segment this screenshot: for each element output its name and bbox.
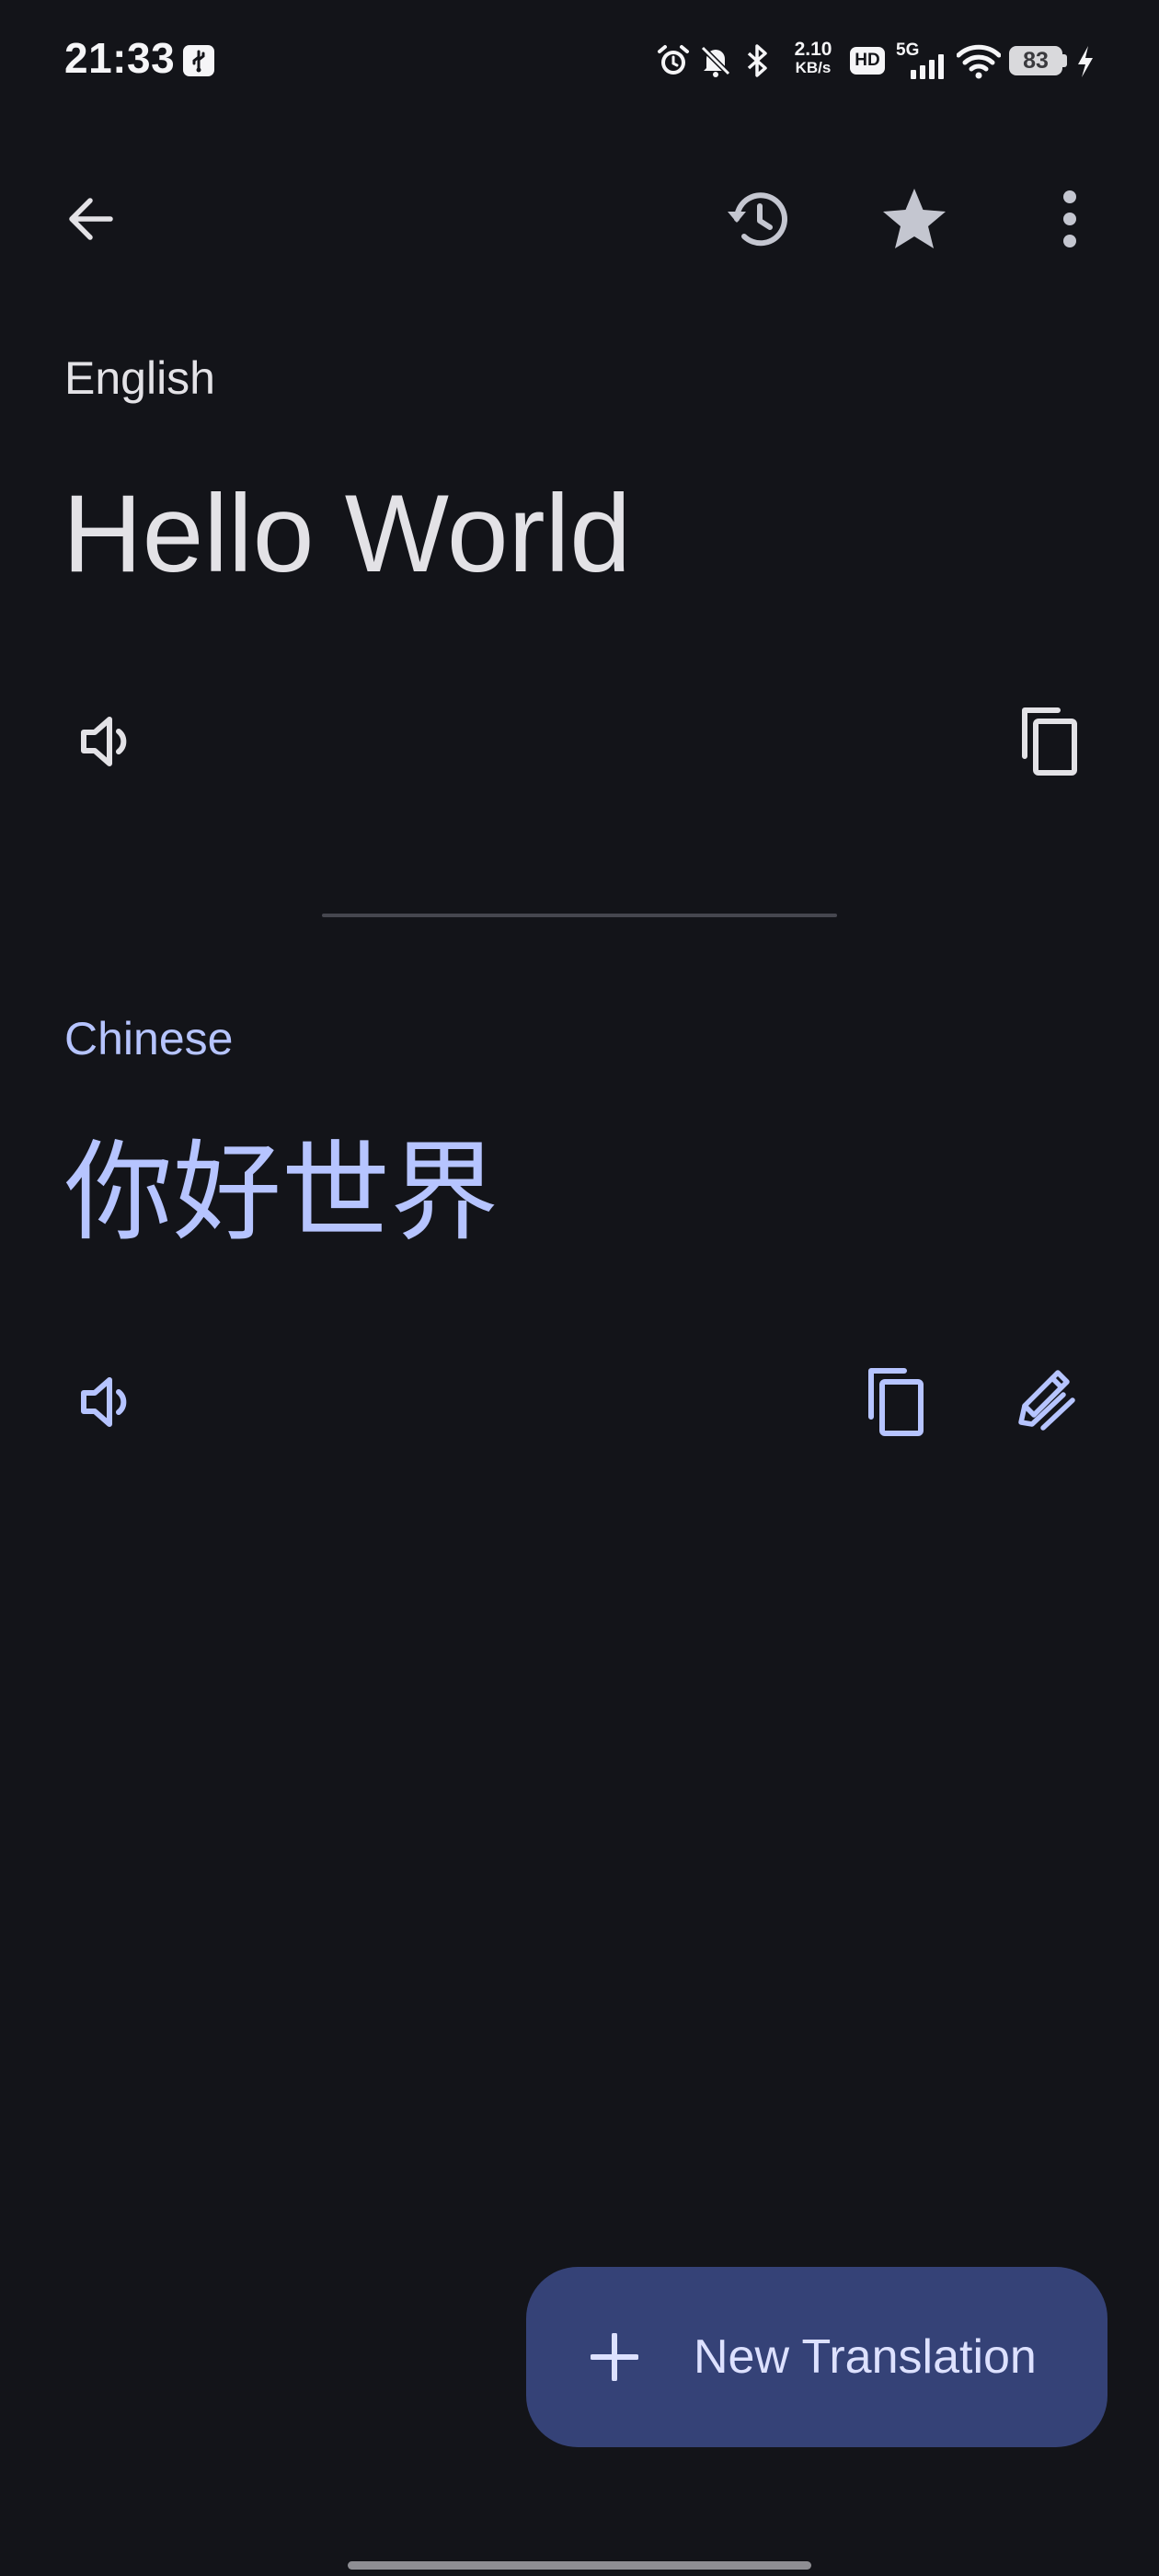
target-copy-button[interactable] bbox=[844, 1351, 946, 1453]
status-bar: 21:33 2.10 KB/s HD 5G 83 bbox=[0, 0, 1159, 120]
bluetooth-icon bbox=[747, 44, 767, 77]
source-copy-button[interactable] bbox=[998, 691, 1099, 792]
arrow-back-icon bbox=[69, 198, 113, 240]
source-language-label: English bbox=[64, 352, 215, 404]
usb-debug-icon bbox=[183, 45, 214, 76]
favorite-button[interactable] bbox=[864, 168, 965, 270]
source-text: Hello World bbox=[63, 472, 631, 595]
new-translation-button[interactable]: New Translation bbox=[526, 2267, 1107, 2447]
copy-icon bbox=[868, 1368, 924, 1436]
star-icon bbox=[883, 189, 946, 248]
edit-translation-button[interactable] bbox=[998, 1351, 1099, 1453]
translated-text: 你好世界 bbox=[64, 1129, 499, 1256]
section-divider bbox=[322, 914, 837, 917]
translation-result-screen: 21:33 2.10 KB/s HD 5G 83 English Hello W… bbox=[0, 0, 1159, 2576]
history-icon bbox=[728, 192, 787, 247]
history-button[interactable] bbox=[708, 168, 809, 270]
battery-level: 83 bbox=[1023, 48, 1049, 74]
battery-cap bbox=[1062, 54, 1067, 67]
alarm-icon bbox=[658, 45, 689, 75]
bell-muted-icon bbox=[700, 45, 731, 77]
charging-bolt-icon bbox=[1078, 46, 1093, 77]
gesture-navigation-bar[interactable] bbox=[348, 2561, 811, 2570]
status-time: 21:33 bbox=[64, 34, 176, 82]
volume-icon bbox=[81, 1377, 127, 1427]
target-language-label: Chinese bbox=[64, 1013, 234, 1064]
plus-icon bbox=[591, 2333, 638, 2381]
wifi-icon bbox=[957, 44, 1001, 79]
source-speak-button[interactable] bbox=[58, 691, 159, 792]
more-options-button[interactable] bbox=[1019, 168, 1120, 270]
volume-icon bbox=[81, 717, 127, 766]
copy-icon bbox=[1022, 707, 1077, 776]
network-speed: 2.10 KB/s bbox=[787, 40, 839, 77]
hd-badge: HD bbox=[850, 47, 885, 75]
new-translation-label: New Translation bbox=[694, 2330, 1037, 2384]
cellular-signal-icon bbox=[911, 54, 944, 79]
network-speed-value: 2.10 bbox=[794, 39, 832, 60]
back-button[interactable] bbox=[40, 168, 141, 270]
more-vert-icon bbox=[1063, 190, 1076, 247]
target-speak-button[interactable] bbox=[58, 1351, 159, 1453]
draw-edit-icon bbox=[1018, 1370, 1075, 1431]
network-speed-unit: KB/s bbox=[795, 59, 832, 76]
